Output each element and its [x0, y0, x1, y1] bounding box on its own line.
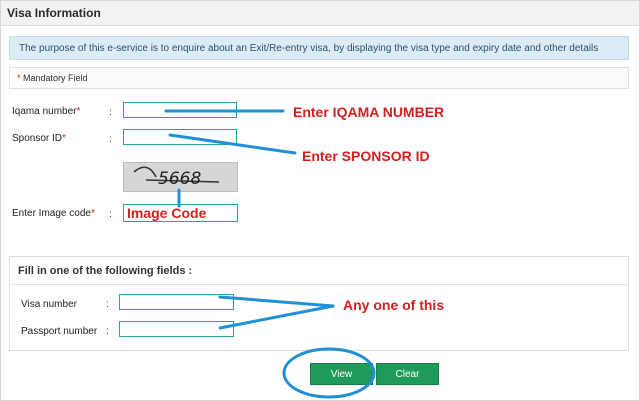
visa-information-panel: Visa Information The purpose of this e-s…: [0, 0, 640, 401]
captcha-graphic: 5668: [124, 163, 237, 191]
image-code-colon: :: [109, 209, 112, 220]
iqama-colon: :: [109, 107, 112, 118]
passport-number-label: Passport number: [21, 326, 98, 337]
sponsor-colon: :: [109, 134, 112, 145]
required-asterisk: *: [76, 106, 81, 117]
mandatory-note: * Mandatory Field: [9, 67, 629, 89]
visa-number-label: Visa number: [21, 299, 77, 310]
passport-number-colon: :: [106, 326, 109, 337]
iqama-number-input[interactable]: [123, 102, 237, 118]
required-asterisk: *: [17, 73, 21, 83]
visa-number-colon: :: [106, 299, 109, 310]
annotation-iqama: Enter IQAMA NUMBER: [293, 104, 445, 120]
required-asterisk: *: [90, 208, 95, 219]
sponsor-label: Sponsor ID*: [12, 133, 66, 144]
sponsor-id-input[interactable]: [123, 129, 237, 145]
panel-title: Visa Information: [7, 6, 101, 20]
captcha-image: 5668: [123, 162, 238, 192]
captcha-text: 5668: [158, 169, 201, 189]
optional-fields-box: Fill in one of the following fields : Vi…: [9, 256, 629, 351]
mandatory-text: * Mandatory Field: [17, 73, 88, 83]
annotation-image-code: Image Code: [127, 205, 207, 221]
annotation-sponsor: Enter SPONSOR ID: [302, 148, 430, 164]
info-banner: The purpose of this e-service is to enqu…: [9, 36, 629, 60]
iqama-label: Iqama number*: [12, 106, 80, 117]
iqama-label-text: Iqama number: [12, 106, 77, 117]
annotation-any-one: Any one of this: [343, 297, 445, 313]
view-button[interactable]: View: [310, 363, 373, 385]
divider: [10, 284, 628, 285]
clear-button[interactable]: Clear: [376, 363, 439, 385]
image-code-label-text: Enter Image code: [12, 208, 91, 219]
image-code-label: Enter Image code*: [12, 208, 95, 219]
required-asterisk: *: [62, 133, 66, 144]
panel-header: Visa Information: [1, 1, 639, 26]
sponsor-label-text: Sponsor ID: [12, 133, 63, 144]
info-text: The purpose of this e-service is to enqu…: [19, 43, 599, 54]
mandatory-label: Mandatory Field: [23, 73, 88, 83]
optional-fields-title: Fill in one of the following fields :: [18, 265, 193, 277]
passport-number-input[interactable]: [119, 321, 234, 337]
visa-number-input[interactable]: [119, 294, 234, 310]
